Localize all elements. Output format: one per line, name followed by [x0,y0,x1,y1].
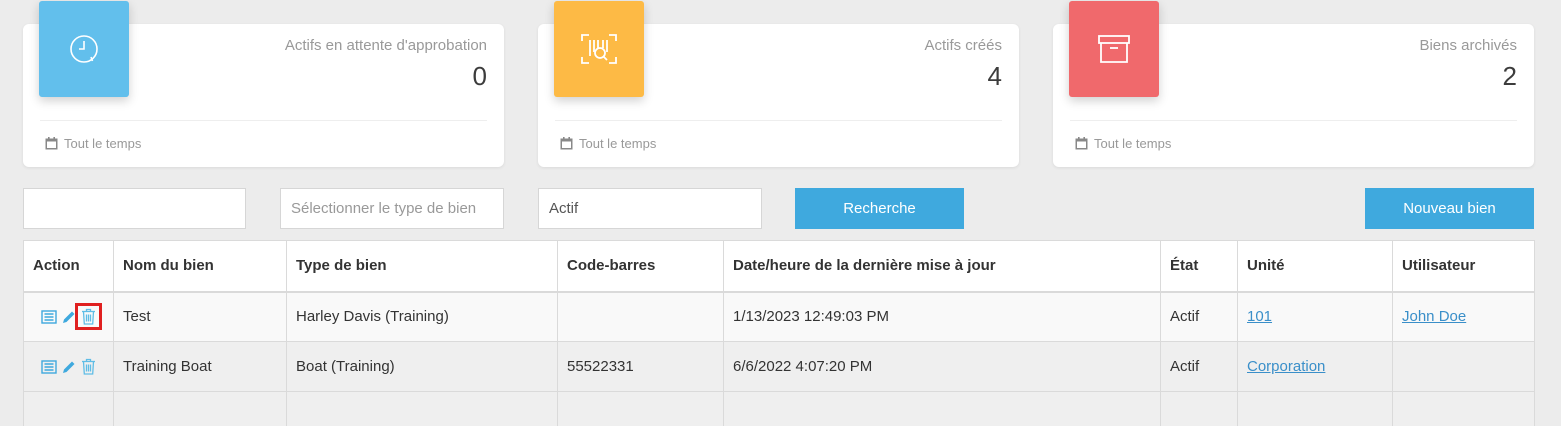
archived-assets-card: Biens archivés 2 Tout le temps [1053,1,1534,167]
edit-pencil-icon[interactable] [60,358,77,375]
asset-type-cell: Boat (Training) [286,341,558,392]
column-header[interactable]: Code-barres [557,240,724,293]
asset-name-cell: Training Boat [113,341,287,392]
divider [555,120,1002,121]
footer-label: Tout le temps [579,136,657,151]
status-cell: Actif [1160,341,1238,392]
barcode-scan-icon [554,1,644,97]
card-title: Actifs en attente d'approbation [284,37,487,54]
asset-type-select[interactable] [280,188,504,229]
asset-type-cell: Harley Davis (Training) [286,291,558,342]
action-cell [23,291,114,342]
unit-cell: Corporation [1237,341,1393,392]
table-row: Test Harley Davis (Training) 1/13/2023 1… [23,291,1535,342]
user-cell [1392,341,1535,392]
clock-icon [39,1,129,97]
updated-cell: 1/13/2023 12:49:03 PM [723,291,1161,342]
delete-trash-icon[interactable] [75,303,102,331]
card-title: Actifs créés [924,37,1002,54]
table-row: Training Boat Boat (Training) 55522331 6… [23,341,1535,392]
barcode-cell: 55522331 [557,341,724,392]
unit-link[interactable]: 101 [1247,308,1272,325]
action-cell [23,341,114,392]
card-value: 0 [472,61,487,91]
divider [40,120,487,121]
status-cell: Actif [1160,291,1238,342]
column-header[interactable]: Nom du bien [113,240,287,293]
delete-trash-icon[interactable] [80,358,97,375]
asset-name-cell: Test [113,291,287,342]
details-icon[interactable] [40,358,57,375]
calendar-icon [1075,137,1088,150]
pending-approval-card: Actifs en attente d'approbation 0 Tout l… [23,1,504,167]
unit-cell: 101 [1237,291,1393,342]
details-icon[interactable] [40,308,57,325]
footer-label: Tout le temps [64,136,142,151]
column-header[interactable]: Date/heure de la dernière mise à jour [723,240,1161,293]
card-value: 4 [987,61,1002,91]
barcode-cell [557,291,724,342]
footer-label: Tout le temps [1094,136,1172,151]
user-cell: John Doe [1392,291,1535,342]
column-header[interactable]: État [1160,240,1238,293]
card-footer: Tout le temps [45,136,141,151]
card-footer: Tout le temps [560,136,656,151]
edit-pencil-icon[interactable] [60,308,77,325]
user-link[interactable]: John Doe [1402,308,1466,325]
table-empty-area [23,391,1535,426]
new-asset-button[interactable]: Nouveau bien [1365,188,1534,229]
calendar-icon [45,137,58,150]
table-header-row: Action Nom du bien Type de bien Code-bar… [23,240,1535,293]
column-header[interactable]: Utilisateur [1392,240,1535,293]
card-value: 2 [1502,61,1517,91]
created-assets-card: Actifs créés 4 Tout le temps [538,1,1019,167]
assets-table: Action Nom du bien Type de bien Code-bar… [23,240,1535,426]
card-title: Biens archivés [1419,37,1517,54]
search-input[interactable] [23,188,246,229]
card-footer: Tout le temps [1075,136,1171,151]
divider [1070,120,1517,121]
updated-cell: 6/6/2022 4:07:20 PM [723,341,1161,392]
column-header[interactable]: Unité [1237,240,1393,293]
column-header[interactable]: Type de bien [286,240,558,293]
status-select[interactable] [538,188,762,229]
calendar-icon [560,137,573,150]
column-header: Action [23,240,114,293]
archive-box-icon [1069,1,1159,97]
search-button[interactable]: Recherche [795,188,964,229]
unit-link[interactable]: Corporation [1247,358,1325,375]
